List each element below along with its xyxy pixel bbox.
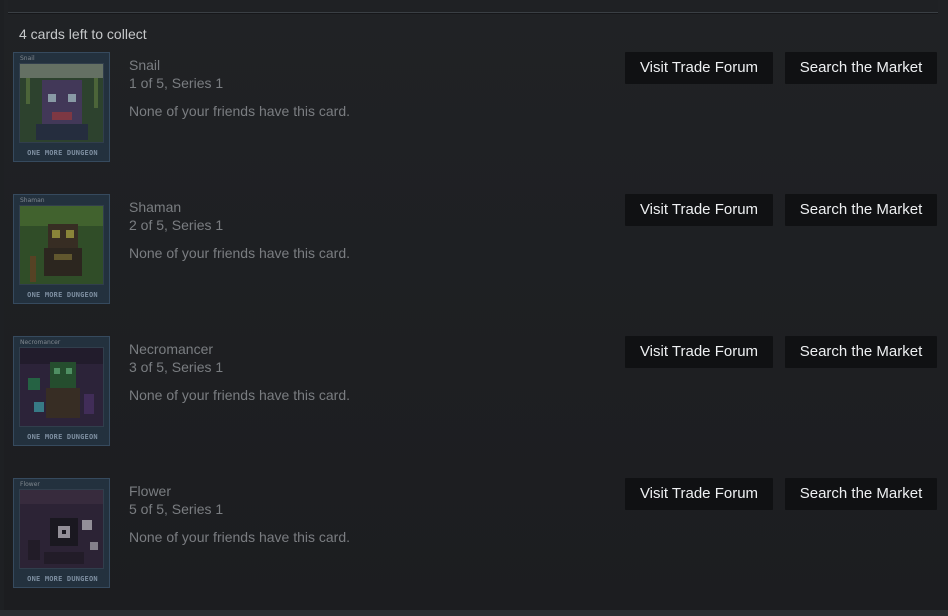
search-market-button[interactable]: Search the Market: [785, 336, 937, 368]
uncollected-overlay: [14, 53, 109, 161]
visit-trade-forum-button[interactable]: Visit Trade Forum: [625, 52, 773, 84]
card-name: Necromancer: [129, 341, 214, 357]
card-row-flower: Flower ONE MORE DUNGEON Flower 5 of 5, S…: [0, 478, 948, 608]
panel-top-divider: [8, 0, 938, 13]
badge-cards-panel: 4 cards left to collect Snail ONE MORE D…: [0, 0, 948, 616]
card-row-snail: Snail ONE MORE DUNGEON Snail 1 of 5, Ser…: [0, 52, 948, 182]
uncollected-overlay: [14, 195, 109, 303]
cards-left-summary: 4 cards left to collect: [19, 26, 147, 42]
card-friends-status: None of your friends have this card.: [129, 529, 351, 545]
card-row-necromancer: Necromancer ONE MORE DUNGEON Necromancer…: [0, 336, 948, 466]
card-thumbnail-snail[interactable]: Snail ONE MORE DUNGEON: [13, 52, 110, 162]
card-name: Snail: [129, 57, 161, 73]
card-thumbnail-shaman[interactable]: Shaman ONE MORE DUNGEON: [13, 194, 110, 304]
card-name: Shaman: [129, 199, 182, 215]
card-thumbnail-necromancer[interactable]: Necromancer ONE MORE DUNGEON: [13, 336, 110, 446]
panel-bottom-border: [0, 610, 948, 616]
card-name: Flower: [129, 483, 172, 499]
search-market-button[interactable]: Search the Market: [785, 478, 937, 510]
visit-trade-forum-button[interactable]: Visit Trade Forum: [625, 194, 773, 226]
search-market-button[interactable]: Search the Market: [785, 194, 937, 226]
visit-trade-forum-button[interactable]: Visit Trade Forum: [625, 478, 773, 510]
game-logo: ONE MORE DUNGEON: [27, 291, 98, 299]
game-logo: ONE MORE DUNGEON: [27, 149, 98, 157]
card-series: 5 of 5, Series 1: [129, 501, 224, 517]
card-friends-status: None of your friends have this card.: [129, 103, 351, 119]
game-logo: ONE MORE DUNGEON: [27, 433, 98, 441]
card-friends-status: None of your friends have this card.: [129, 245, 351, 261]
card-series: 2 of 5, Series 1: [129, 217, 224, 233]
search-market-button[interactable]: Search the Market: [785, 52, 937, 84]
uncollected-overlay: [14, 479, 109, 587]
card-series: 3 of 5, Series 1: [129, 359, 224, 375]
card-row-shaman: Shaman ONE MORE DUNGEON Shaman 2 of 5, S…: [0, 194, 948, 324]
card-friends-status: None of your friends have this card.: [129, 387, 351, 403]
game-logo: ONE MORE DUNGEON: [27, 575, 98, 583]
visit-trade-forum-button[interactable]: Visit Trade Forum: [625, 336, 773, 368]
card-series: 1 of 5, Series 1: [129, 75, 224, 91]
card-thumbnail-flower[interactable]: Flower ONE MORE DUNGEON: [13, 478, 110, 588]
uncollected-overlay: [14, 337, 109, 445]
